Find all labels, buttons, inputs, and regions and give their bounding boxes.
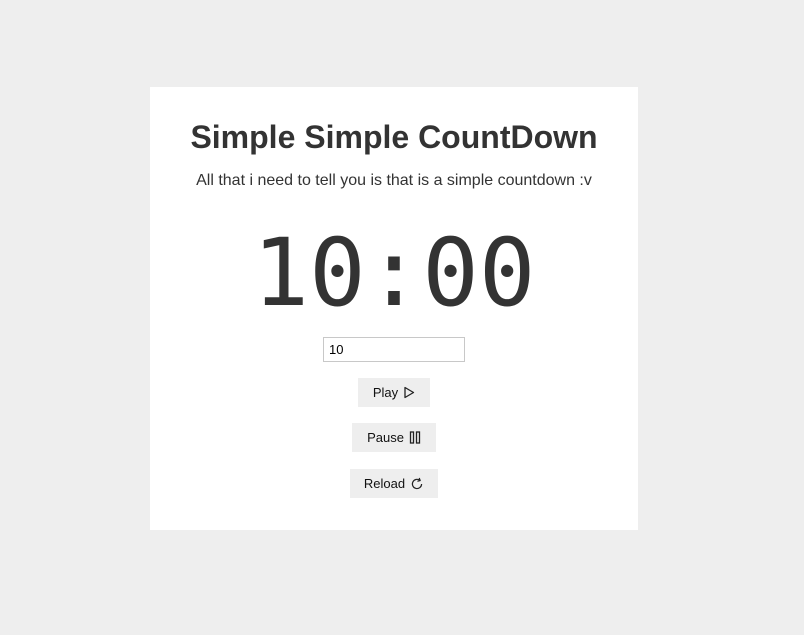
- play-button-label: Play: [372, 385, 399, 400]
- minutes-input[interactable]: [323, 337, 465, 362]
- play-button[interactable]: Play: [358, 378, 430, 407]
- pause-button[interactable]: Pause: [352, 423, 436, 452]
- reload-icon: [410, 477, 424, 491]
- reload-button-label: Reload: [363, 476, 406, 491]
- countdown-card: Simple Simple CountDown All that i need …: [150, 87, 638, 530]
- play-icon: [403, 386, 415, 399]
- reload-button[interactable]: Reload: [350, 469, 438, 498]
- pause-button-label: Pause: [367, 430, 404, 445]
- pause-icon: [409, 431, 421, 444]
- page-title: Simple Simple CountDown: [190, 119, 598, 155]
- page-subtitle: All that i need to tell you is that is a…: [196, 172, 592, 189]
- timer-display: 10:00: [252, 219, 536, 328]
